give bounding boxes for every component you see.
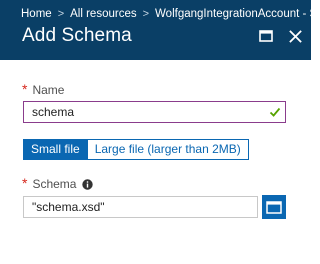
breadcrumb-integration-account[interactable]: WolfgangIntegrationAccount - S [155,8,317,20]
breadcrumb-all-resources[interactable]: All resources [70,8,136,20]
info-icon[interactable] [82,178,94,190]
breadcrumb-separator: > [57,8,65,20]
large-file-option[interactable]: Large file (larger than 2MB) [86,140,248,159]
breadcrumb-separator: > [142,8,150,20]
required-asterisk: * [22,175,28,191]
folder-icon [266,201,282,214]
maximize-button[interactable] [255,25,277,47]
blade-title: Add Schema [22,25,132,46]
name-label: * Name [22,81,65,97]
name-input-value: schema [32,105,75,119]
close-button[interactable] [284,25,306,47]
schema-label: * Schema [22,175,94,191]
schema-label-text: Schema [32,177,77,191]
breadcrumb-home[interactable]: Home [21,8,52,20]
browse-file-button[interactable] [262,195,286,219]
breadcrumb: Home > All resources > WolfgangIntegrati… [21,6,317,22]
close-icon [288,29,302,43]
checkmark-icon [269,107,281,117]
blade-header: Home > All resources > WolfgangIntegrati… [0,0,317,60]
small-file-option[interactable]: Small file [24,140,87,159]
name-label-text: Name [32,83,65,97]
schema-file-value: "schema.xsd" [32,200,105,214]
schema-file-input[interactable]: "schema.xsd" [23,196,258,218]
name-input[interactable]: schema [23,101,286,123]
maximize-icon [259,30,273,42]
required-asterisk: * [22,81,28,97]
file-size-toggle: Small file Large file (larger than 2MB) [23,139,249,160]
